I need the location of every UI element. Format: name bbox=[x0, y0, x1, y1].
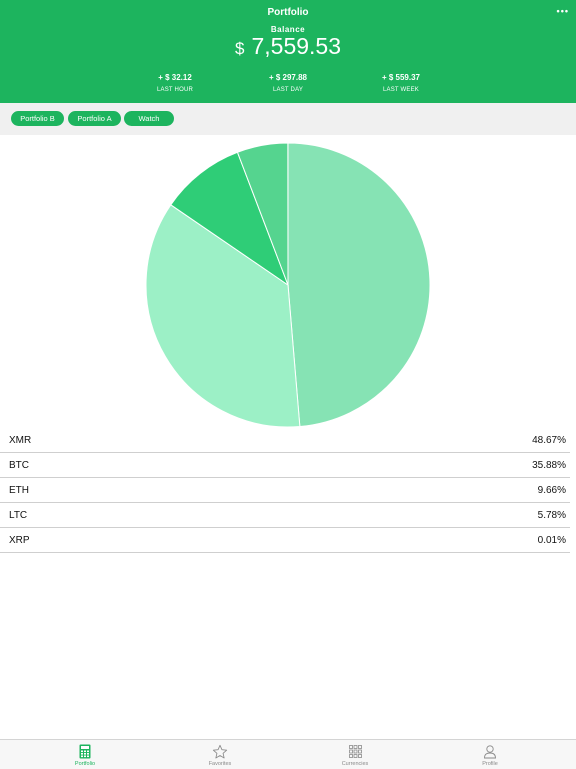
list-item[interactable]: ETH 9.66% bbox=[0, 478, 570, 503]
nav-profile[interactable]: Profile bbox=[445, 743, 535, 767]
holdings-list: XMR 48.67% BTC 35.88% ETH 9.66% LTC 5.78… bbox=[0, 428, 576, 553]
nav-label: Portfolio bbox=[40, 761, 130, 767]
list-item[interactable]: LTC 5.78% bbox=[0, 503, 570, 528]
header: Portfolio ••• Balance $7,559.53 + $ 32.1… bbox=[0, 0, 576, 103]
tab-portfolio-a[interactable]: Portfolio A bbox=[68, 111, 121, 126]
holding-symbol: ETH bbox=[9, 485, 29, 496]
list-item[interactable]: XRP 0.01% bbox=[0, 528, 570, 553]
holding-symbol: BTC bbox=[9, 460, 29, 471]
pie-chart bbox=[0, 135, 576, 433]
stat-label: LAST HOUR bbox=[120, 87, 230, 93]
list-item[interactable]: BTC 35.88% bbox=[0, 453, 570, 478]
stat-label: LAST WEEK bbox=[346, 87, 456, 93]
holding-symbol: XMR bbox=[9, 435, 31, 446]
page-title: Portfolio bbox=[0, 7, 576, 18]
calculator-icon bbox=[40, 743, 130, 760]
holding-percent: 0.01% bbox=[538, 535, 566, 546]
stat-label: LAST DAY bbox=[233, 87, 343, 93]
stat-last-day: + $ 297.88 LAST DAY bbox=[233, 73, 343, 93]
list-item[interactable]: XMR 48.67% bbox=[0, 428, 570, 453]
nav-portfolio[interactable]: Portfolio bbox=[40, 743, 130, 767]
star-icon bbox=[175, 743, 265, 760]
pie-slice-xmr bbox=[288, 143, 430, 427]
holding-symbol: XRP bbox=[9, 535, 30, 546]
balance-amount: $7,559.53 bbox=[0, 33, 576, 60]
nav-favorites[interactable]: Favorites bbox=[175, 743, 265, 767]
allocation-chart bbox=[0, 135, 576, 433]
portfolio-tabs: Portfolio B Portfolio A Watch bbox=[0, 103, 576, 135]
nav-label: Currencies bbox=[310, 761, 400, 767]
currency-symbol: $ bbox=[235, 39, 244, 58]
holding-percent: 48.67% bbox=[532, 435, 566, 446]
holding-symbol: LTC bbox=[9, 510, 27, 521]
grid-icon bbox=[310, 743, 400, 760]
tab-watch[interactable]: Watch bbox=[124, 111, 174, 126]
nav-currencies[interactable]: Currencies bbox=[310, 743, 400, 767]
tab-portfolio-b[interactable]: Portfolio B bbox=[11, 111, 64, 126]
nav-label: Profile bbox=[445, 761, 535, 767]
nav-label: Favorites bbox=[175, 761, 265, 767]
holding-percent: 5.78% bbox=[538, 510, 566, 521]
stat-last-hour: + $ 32.12 LAST HOUR bbox=[120, 73, 230, 93]
holding-percent: 35.88% bbox=[532, 460, 566, 471]
stat-value: + $ 32.12 bbox=[120, 73, 230, 82]
balance-value: 7,559.53 bbox=[251, 33, 341, 59]
person-icon bbox=[445, 743, 535, 760]
holding-percent: 9.66% bbox=[538, 485, 566, 496]
stat-last-week: + $ 559.37 LAST WEEK bbox=[346, 73, 456, 93]
more-icon[interactable]: ••• bbox=[557, 6, 569, 16]
stat-value: + $ 559.37 bbox=[346, 73, 456, 82]
stat-value: + $ 297.88 bbox=[233, 73, 343, 82]
bottom-nav: Portfolio Favorites Currencies bbox=[0, 739, 576, 769]
